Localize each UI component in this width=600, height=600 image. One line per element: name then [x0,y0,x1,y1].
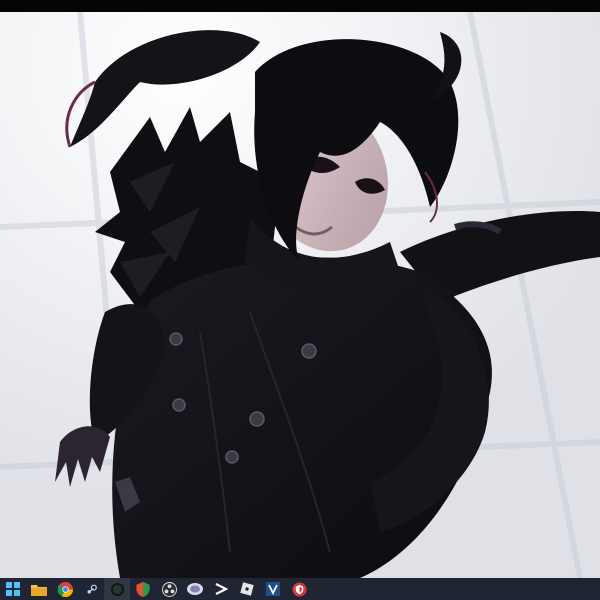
vegas-icon [266,582,280,596]
taskbar-shield-badge[interactable] [286,578,312,600]
obs-icon [161,581,177,597]
game-viewport[interactable] [0,12,600,578]
taskbar [0,578,600,600]
start-button[interactable] [0,578,26,600]
game-app-icon [110,582,124,596]
taskbar-shield-app[interactable] [130,578,156,600]
game-scene [0,12,600,578]
start-icon [6,582,20,596]
steam-icon [83,581,99,597]
taskbar-capcut[interactable] [208,578,234,600]
taskbar-steam[interactable] [78,578,104,600]
taskbar-roblox[interactable] [234,578,260,600]
taskbar-file-explorer[interactable] [26,578,52,600]
roblox-icon [240,582,254,596]
taskbar-game-app[interactable] [104,578,130,600]
shield-badge-icon [291,581,307,597]
shield-app-icon [136,581,150,597]
window-top-bar [0,0,600,12]
taskbar-obs[interactable] [156,578,182,600]
taskbar-vegas[interactable] [260,578,286,600]
taskbar-app[interactable] [182,578,208,600]
taskbar-chrome[interactable] [52,578,78,600]
capcut-icon [215,583,228,595]
desktop-screen [0,0,600,600]
chrome-icon [57,581,73,597]
app-icon [187,583,203,595]
file-explorer-icon [31,584,47,596]
